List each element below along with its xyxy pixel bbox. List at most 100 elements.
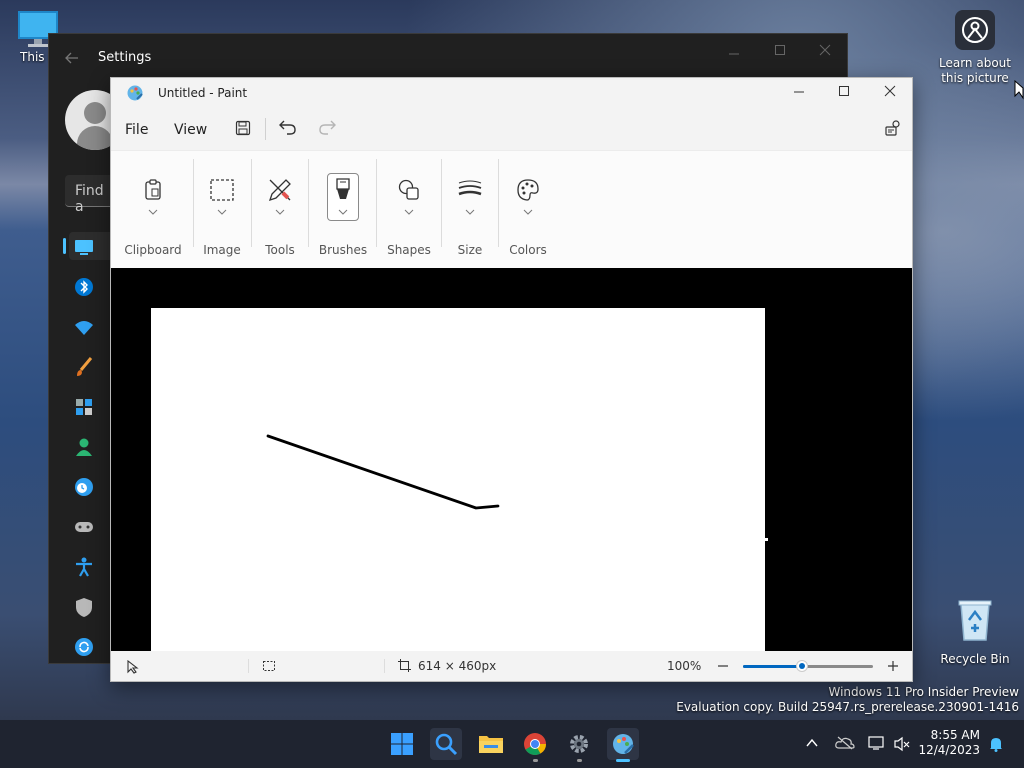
ribbon-separator (308, 159, 309, 247)
windows-logo-icon (391, 733, 413, 755)
gaming-icon[interactable] (73, 516, 95, 538)
watermark: Windows 11 Pro Insider Preview Evaluatio… (676, 685, 1019, 715)
canvas-resize-handle[interactable] (765, 538, 768, 541)
file-menu[interactable]: File (125, 122, 148, 138)
apps-icon[interactable] (73, 396, 95, 418)
ribbon-colors[interactable]: Colors (503, 151, 553, 261)
paint-window[interactable]: Untitled - Paint File View Clipboard Ima… (110, 77, 913, 682)
paint-taskbar-button[interactable] (607, 728, 639, 760)
status-bar: 614 × 460px 100% (111, 651, 912, 681)
chevron-down-icon (404, 209, 414, 215)
cursor-position-icon (127, 660, 139, 674)
drawn-stroke (266, 434, 500, 510)
time-language-icon[interactable] (73, 476, 95, 498)
search-icon (435, 733, 458, 756)
ribbon-brushes[interactable]: Brushes (315, 151, 371, 261)
windows-update-icon[interactable] (73, 636, 95, 658)
chevron-down-icon (217, 209, 227, 215)
wifi-icon[interactable] (73, 316, 95, 338)
chevron-up-icon[interactable] (806, 738, 818, 748)
settings-title: Settings (98, 50, 152, 65)
privacy-shield-icon[interactable] (73, 596, 95, 618)
paint-app-icon (613, 734, 634, 754)
shapes-icon (394, 175, 424, 205)
running-indicator (577, 759, 582, 762)
colors-label: Colors (509, 243, 547, 257)
zoom-slider-fill (743, 665, 802, 668)
chevron-down-icon (148, 209, 158, 215)
zoom-out-icon[interactable] (717, 660, 729, 672)
tools-label: Tools (265, 243, 295, 257)
zoom-in-icon[interactable] (887, 660, 899, 672)
size-label: Size (457, 243, 483, 257)
shapes-label: Shapes (387, 243, 431, 257)
paint-close-icon[interactable] (884, 85, 896, 97)
watermark-line-1: Windows 11 Pro Insider Preview (828, 685, 1019, 699)
drawing-canvas[interactable] (151, 308, 765, 651)
clipboard-icon (138, 175, 168, 205)
canvas-workspace (111, 268, 912, 651)
onedrive-offline-icon[interactable] (835, 736, 855, 750)
ribbon-size[interactable]: Size (445, 151, 495, 261)
clock[interactable]: 8:55 AM 12/4/2023 (918, 728, 980, 758)
learn-label: Learn about this picture (939, 56, 1011, 85)
clipboard-label: Clipboard (124, 243, 182, 257)
mouse-cursor-icon (1014, 80, 1024, 100)
ribbon-separator (376, 159, 377, 247)
running-indicator-active (616, 759, 630, 762)
settings-maximize-icon[interactable] (774, 44, 786, 56)
system-icon (75, 240, 93, 255)
learn-about-picture[interactable]: Learn about this picture (936, 10, 1014, 86)
running-indicator (533, 759, 538, 762)
status-separator (248, 659, 249, 673)
paint-app-icon (127, 85, 143, 101)
settings-close-icon[interactable] (819, 44, 831, 56)
start-button[interactable] (386, 728, 418, 760)
canvas-size-text: 614 × 460px (418, 659, 497, 673)
zoom-slider-thumb[interactable] (795, 660, 808, 672)
brush-icon[interactable] (73, 356, 95, 378)
ribbon-clipboard[interactable]: Clipboard (123, 151, 183, 261)
back-arrow-icon[interactable] (65, 52, 79, 64)
ribbon-separator (498, 159, 499, 247)
save-icon[interactable] (235, 120, 251, 136)
ribbon-tools[interactable]: Tools (255, 151, 305, 261)
chrome-icon (524, 733, 546, 755)
ribbon-separator (251, 159, 252, 247)
bluetooth-icon[interactable] (73, 276, 95, 298)
redo-icon[interactable] (318, 119, 336, 135)
copilot-icon[interactable] (884, 119, 902, 137)
image-label: Image (203, 243, 241, 257)
ribbon: Clipboard Image Tools Brushes Shapes Siz… (111, 150, 912, 268)
volume-muted-icon[interactable] (893, 736, 911, 752)
chevron-down-icon (338, 209, 348, 215)
chrome-button[interactable] (519, 728, 551, 760)
ribbon-separator (193, 159, 194, 247)
chevron-down-icon (523, 209, 533, 215)
paint-maximize-icon[interactable] (838, 85, 850, 97)
recycle-bin-icon (958, 600, 992, 641)
accessibility-icon[interactable] (73, 556, 95, 578)
palette-icon (513, 175, 543, 205)
desktop-icon-recycle-bin[interactable]: Recycle Bin (937, 598, 1013, 666)
view-menu[interactable]: View (174, 122, 207, 138)
settings-taskbar-button[interactable] (563, 728, 595, 760)
settings-minimize-icon[interactable] (728, 48, 740, 60)
ribbon-image[interactable]: Image (197, 151, 247, 261)
network-icon[interactable] (868, 735, 886, 751)
search-button[interactable] (430, 728, 462, 760)
ribbon-shapes[interactable]: Shapes (381, 151, 437, 261)
zoom-slider[interactable] (743, 660, 873, 672)
zoom-percent[interactable]: 100% (667, 659, 701, 673)
file-explorer-button[interactable] (475, 728, 507, 760)
canvas-size-icon (398, 659, 411, 672)
paint-minimize-icon[interactable] (793, 86, 805, 98)
status-separator (384, 659, 385, 673)
notification-bell-icon[interactable] (988, 736, 1004, 752)
accounts-icon[interactable] (73, 436, 95, 458)
folder-icon (479, 736, 503, 753)
ribbon-separator (441, 159, 442, 247)
undo-icon[interactable] (279, 119, 297, 135)
tools-pencil-icon (265, 175, 295, 205)
recycle-bin-label: Recycle Bin (940, 652, 1010, 666)
